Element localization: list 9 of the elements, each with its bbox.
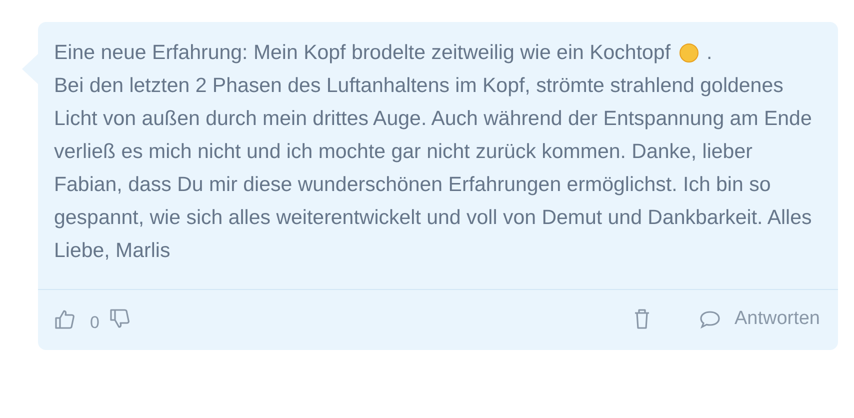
thumbs-down-icon[interactable]: [109, 308, 132, 330]
speech-bubble-icon: [698, 308, 722, 330]
comment-text: Eine neue Erfahrung: Mein Kopf brodelte zeitweilig wie ein Kochtopf: [54, 40, 671, 66]
thumbs-up-icon[interactable]: [54, 308, 76, 330]
emoji-icon: [678, 42, 699, 62]
comment-text: .: [706, 40, 712, 66]
comment-text: Bei den letzten 2 Phasen des Luftanhaltens im Kopf, strömte strahlend goldenes Licht von außen durch mein drittes Auge. Auch während der Entspannung am Ende verließ es mich nicht und ich mochte gar nicht zurück kommen. Danke, lieber Fabian, dass Du mir diese wunderschönen Erfahrungen ermöglichst. Ich bin so gespannt, wie sich alles weiterentwickelt und voll von Demut und Dankbarkeit. Alles Liebe, Marlis: [54, 73, 813, 264]
reply-button[interactable]: Antworten: [698, 308, 820, 330]
vote-count: 0: [90, 313, 100, 333]
